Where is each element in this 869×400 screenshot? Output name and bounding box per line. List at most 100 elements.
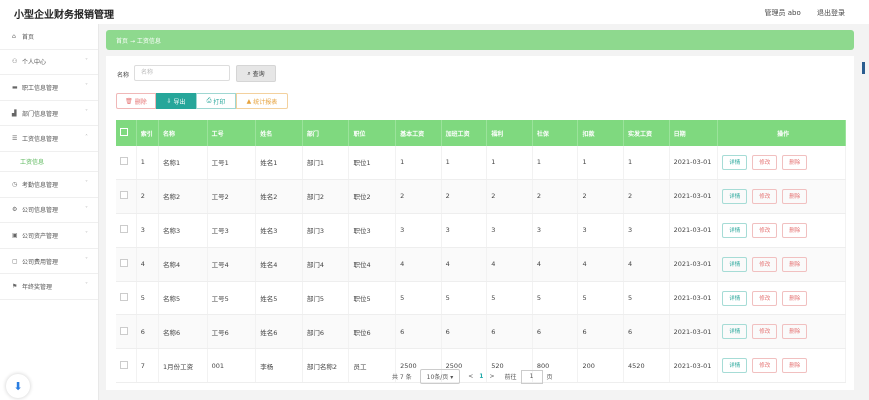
row-checkbox[interactable]	[120, 360, 128, 369]
delete-row-button[interactable]: 删除	[782, 324, 808, 340]
edit-button[interactable]: 修改	[752, 324, 778, 340]
column-header[interactable]: 基本工资	[395, 120, 442, 146]
delete-row-button[interactable]: 删除	[782, 358, 808, 374]
column-header[interactable]: 职位	[348, 120, 397, 146]
row-checkbox-cell[interactable]	[116, 247, 137, 282]
column-header[interactable]: 索引	[136, 120, 160, 146]
table-cell: 4	[532, 247, 579, 282]
sidebar-item-label: 考勤信息管理	[22, 181, 59, 189]
row-actions: 详情 修改 删除	[717, 179, 846, 214]
delete-row-button[interactable]: 删除	[782, 256, 808, 272]
column-header[interactable]: 日期	[669, 120, 719, 146]
table-cell: 名称6	[158, 314, 208, 350]
view-button[interactable]: 详情	[722, 222, 748, 238]
edit-button[interactable]: 修改	[752, 358, 778, 374]
print-button-label: 打印	[213, 98, 226, 106]
current-page[interactable]: 1	[479, 373, 483, 380]
sidebar-item-a0[interactable]: ◷ 考勤信息管理 ˅	[0, 172, 98, 198]
sidebar-subitem-salary-info[interactable]: 工资信息	[0, 152, 98, 172]
column-header[interactable]: 名称	[158, 120, 208, 146]
sidebar-item-3[interactable]: ▟ 部门信息管理 ˅	[0, 101, 98, 127]
next-page-button[interactable]: >	[489, 373, 494, 380]
table-cell: 5	[532, 281, 579, 316]
edit-button[interactable]: 修改	[752, 290, 778, 306]
view-button[interactable]: 详情	[722, 188, 748, 204]
row-checkbox-cell[interactable]	[116, 281, 137, 316]
delete-row-button[interactable]: 删除	[782, 290, 808, 306]
table-row: 2 名称2 工号2 姓名2 部门2 职位2 2 2 2 2 2 2 2021-03-01 详情 修改 删除	[116, 179, 846, 214]
sidebar-item-a2[interactable]: ▣ 公司资产管理 ˅	[0, 223, 98, 249]
chevron-down-icon: ˅	[85, 108, 88, 116]
column-header[interactable]: 扣款	[577, 120, 625, 146]
delete-row-button[interactable]: 删除	[782, 188, 808, 204]
row-checkbox[interactable]	[120, 293, 128, 301]
table-cell: 2	[486, 179, 533, 214]
row-checkbox-cell[interactable]	[116, 348, 137, 384]
page-size-select[interactable]: 10条/页 ▾	[419, 369, 461, 384]
table-row: 3 名称3 工号3 姓名3 部门3 职位3 3 3 3 3 3 3 2021-03-01 详情 修改 删除	[116, 213, 846, 248]
row-checkbox[interactable]	[120, 326, 128, 335]
edit-button[interactable]: 修改	[752, 256, 778, 272]
column-header[interactable]: 工号	[207, 120, 257, 146]
sidebar-item-a3[interactable]: ▢ 公司费用管理 ˅	[0, 249, 98, 275]
chevron-up-icon: ˄	[85, 134, 88, 142]
search-button[interactable]: ⌕ 查询	[236, 65, 276, 82]
table-cell: 部门6	[302, 314, 350, 350]
view-button[interactable]: 详情	[722, 290, 748, 306]
row-checkbox-cell[interactable]	[116, 213, 137, 248]
table-cell: 6	[395, 314, 442, 350]
download-icon[interactable]: ⬇	[6, 374, 30, 398]
view-button[interactable]: 详情	[722, 256, 748, 272]
sidebar-item-4[interactable]: ☰ 工资信息管理 ˄	[0, 126, 98, 152]
select-all-checkbox[interactable]	[120, 128, 128, 136]
row-checkbox-cell[interactable]	[116, 179, 137, 214]
table-cell: 姓名1	[255, 146, 303, 180]
stats-report-button[interactable]: ▲ 统计报表	[236, 93, 288, 109]
table-cell: 姓名6	[255, 314, 303, 350]
sidebar-item-a1[interactable]: ⚙ 公司信息管理 ˅	[0, 198, 98, 224]
prev-page-button[interactable]: <	[468, 373, 473, 380]
table-cell: 1	[623, 146, 670, 180]
search-input[interactable]: 名称	[134, 65, 230, 81]
row-checkbox[interactable]	[120, 157, 128, 166]
table-cell: 工号1	[207, 146, 257, 180]
edit-button[interactable]: 修改	[752, 188, 778, 204]
logout-link[interactable]: 退出登录	[817, 9, 845, 17]
table-cell: 4	[577, 247, 625, 282]
edit-button[interactable]: 修改	[752, 222, 778, 238]
sidebar-item-2[interactable]: ▬ 职工信息管理 ˅	[0, 75, 98, 101]
row-checkbox[interactable]	[120, 191, 128, 200]
row-checkbox-cell[interactable]	[116, 314, 137, 350]
row-checkbox-cell[interactable]	[116, 146, 137, 180]
edit-button[interactable]: 修改	[752, 154, 778, 170]
goto-page-input[interactable]: 1	[520, 369, 543, 384]
breadcrumb-home[interactable]: 首页	[116, 38, 128, 45]
row-checkbox[interactable]	[120, 225, 128, 234]
column-header[interactable]: 加班工资	[441, 120, 488, 146]
column-header[interactable]: 福利	[486, 120, 533, 146]
export-button[interactable]: ⇩ 导出	[156, 93, 196, 109]
table-cell: 4	[486, 247, 533, 282]
select-all-checkbox-cell[interactable]	[116, 120, 137, 146]
delete-row-button[interactable]: 删除	[782, 222, 808, 238]
column-header: 操作	[717, 120, 846, 146]
column-header[interactable]: 姓名	[255, 120, 303, 146]
print-button[interactable]: ⎙ 打印	[196, 93, 236, 109]
main-content: 名称 名称 ⌕ 查询 🗑 删除 ⇩ 导出 ⎙ 打印 ▲ 统计报表 索引 名称 工号 姓名 部门职…	[106, 56, 854, 390]
view-button[interactable]: 详情	[722, 324, 748, 340]
breadcrumb-bar: 首页 → 工资信息	[106, 30, 854, 50]
sidebar-item-a4[interactable]: ⚑ 年终奖管理 ˅	[0, 274, 98, 300]
row-actions: 详情 修改 删除	[717, 348, 846, 384]
column-header[interactable]: 社保	[532, 120, 579, 146]
view-button[interactable]: 详情	[722, 358, 748, 374]
sidebar-item-0[interactable]: ⌂ 首页	[0, 24, 98, 50]
column-header[interactable]: 部门	[302, 120, 350, 146]
table-cell: 部门3	[302, 213, 350, 248]
column-header[interactable]: 实发工资	[623, 120, 670, 146]
table-cell: 4	[395, 247, 442, 282]
delete-button[interactable]: 🗑 删除	[116, 93, 156, 109]
view-button[interactable]: 详情	[722, 154, 748, 170]
sidebar-item-1[interactable]: ⚇ 个人中心 ˅	[0, 50, 98, 76]
delete-row-button[interactable]: 删除	[782, 154, 808, 170]
row-checkbox[interactable]	[120, 259, 128, 268]
